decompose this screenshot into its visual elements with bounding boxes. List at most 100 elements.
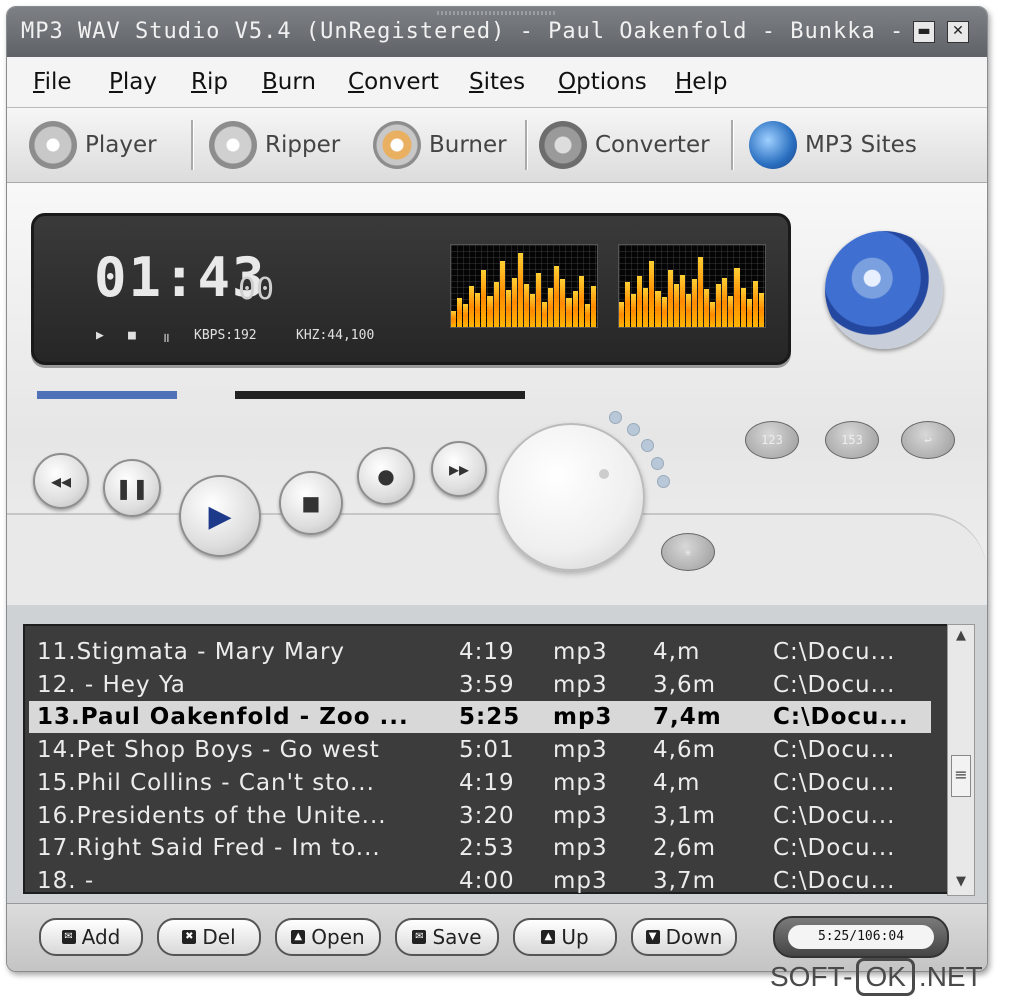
drag-grip[interactable]	[437, 11, 557, 15]
watermark-box: OK	[856, 958, 915, 996]
repeat-button[interactable]: 153	[825, 421, 879, 459]
spectrum-bar	[698, 257, 704, 327]
spectrum-bar	[469, 286, 475, 327]
track-name: 14.Pet Shop Boys - Go west	[37, 737, 380, 764]
play-button[interactable]: ▶	[179, 475, 261, 557]
playlist-row[interactable]: 12. - Hey Ya 3:59 mp3 3,6m C:\Docu...	[29, 669, 931, 701]
delete-button[interactable]: ✖ Del	[157, 918, 261, 956]
volume-knob[interactable]	[497, 423, 645, 571]
spectrum-left	[450, 244, 598, 328]
rewind-button[interactable]: ◂◂	[33, 453, 89, 509]
burner-tab-label: Burner	[429, 132, 507, 158]
playlist[interactable]: 11.Stigmata - Mary Mary 4:19 mp3 4,m C:\Docu…	[23, 624, 949, 894]
watermark: SOFT- OK .NET	[770, 958, 983, 996]
track-size: 4,m	[653, 769, 701, 796]
track-path: C:\Docu...	[773, 737, 896, 764]
seek-thumb[interactable]	[177, 391, 235, 399]
spectrum-bar	[505, 290, 511, 327]
seek-bar[interactable]	[37, 391, 525, 399]
scroll-thumb[interactable]: ≡	[951, 755, 971, 797]
spectrum-bar	[685, 294, 691, 327]
playlist-row[interactable]: 18. - 4:00 mp3 3,7m C:\Docu...	[29, 865, 931, 897]
cd-eject-icon[interactable]	[825, 231, 943, 349]
volume-level-dot	[609, 411, 622, 424]
menu-options-mnemonic: O	[558, 69, 577, 95]
track-format: mp3	[553, 704, 613, 731]
burner-tab[interactable]: Burner	[373, 116, 507, 174]
spectrum-bar	[704, 289, 710, 327]
menu-file[interactable]: File	[33, 69, 72, 95]
converter-tab[interactable]: Converter	[539, 116, 710, 174]
delete-button-label: Del	[202, 925, 236, 949]
track-name: 16.Presidents of the Unite...	[37, 802, 387, 829]
track-format: mp3	[553, 867, 608, 894]
save-button-label: Save	[432, 925, 482, 949]
spectrum-bar	[511, 277, 517, 327]
spectrum-right-bars	[619, 245, 765, 327]
return-button[interactable]: ↩	[901, 421, 955, 459]
track-path: C:\Docu...	[773, 867, 896, 894]
move-up-button[interactable]: ▲ Up	[513, 918, 617, 956]
menu-options[interactable]: Options	[558, 69, 647, 95]
playlist-row-selected[interactable]: 13.Paul Oakenfold - Zoo ... 5:25 mp3 7,4m C:…	[29, 701, 931, 734]
spectrum-bar	[679, 274, 685, 327]
spectrum-bar	[661, 297, 667, 327]
menu-rip[interactable]: Rip	[191, 69, 228, 95]
menu-play[interactable]: Play	[109, 69, 157, 95]
close-button[interactable]: ✕	[947, 21, 969, 43]
save-button[interactable]: ✉ Save	[395, 918, 499, 956]
track-path: C:\Docu...	[773, 802, 896, 829]
player-tab[interactable]: Player	[29, 116, 157, 174]
stop-button[interactable]: ■	[279, 471, 343, 535]
spectrum-bar	[578, 276, 584, 327]
spectrum-bar	[722, 277, 728, 327]
spectrum-bar	[487, 295, 493, 327]
spectrum-bar	[667, 269, 673, 327]
effects-button[interactable]: ✳	[661, 533, 715, 571]
ripper-tab[interactable]: Ripper	[209, 116, 340, 174]
track-duration: 4:19	[459, 639, 515, 665]
converter-arrows-icon	[539, 121, 587, 169]
spectrum-bar	[649, 261, 655, 327]
up-arrow-icon: ▲	[541, 930, 556, 944]
total-time-counter: 5:25/106:04	[773, 916, 949, 958]
minimize-button[interactable]: ▬	[913, 21, 935, 43]
menu-help[interactable]: Help	[675, 69, 727, 95]
menu-burn[interactable]: Burn	[262, 69, 316, 95]
track-duration: 2:53	[459, 835, 515, 862]
record-button[interactable]: ●	[357, 447, 415, 505]
spectrum-bar	[451, 310, 457, 327]
mp3-sites-tab[interactable]: MP3 Sites	[749, 116, 917, 174]
spectrum-bar	[572, 290, 578, 327]
track-format: mp3	[553, 639, 608, 665]
playlist-row[interactable]: 16.Presidents of the Unite... 3:20 mp3 3,1m…	[29, 800, 931, 832]
title-bar[interactable]: MP3 WAV Studio V5.4 (UnRegistered) - Pau…	[7, 7, 987, 57]
track-duration: 4:00	[459, 867, 515, 894]
scroll-down-icon[interactable]: ▼	[948, 871, 974, 893]
watermark-left: SOFT-	[770, 961, 853, 992]
spectrum-bar	[584, 304, 590, 327]
spectrum-bar	[560, 279, 566, 327]
menu-sites[interactable]: Sites	[469, 69, 525, 95]
open-button[interactable]: ▲ Open	[275, 918, 381, 956]
lcd-stop-indicator: ■	[128, 328, 136, 343]
playlist-scrollbar[interactable]: ▲ ≡ ▼	[947, 624, 975, 896]
fast-forward-button[interactable]: ▸▸	[431, 441, 487, 497]
move-down-button[interactable]: ▼ Down	[631, 918, 737, 956]
open-icon: ▲	[291, 930, 306, 944]
toolbar-separator	[731, 120, 734, 170]
menu-convert[interactable]: Convert	[348, 69, 439, 95]
scroll-up-icon[interactable]: ▲	[948, 625, 974, 647]
add-button[interactable]: ✉ Add	[39, 918, 143, 956]
volume-level-dot	[657, 475, 670, 488]
menu-options-label: ptions	[576, 69, 647, 95]
pause-button[interactable]: ❚❚	[103, 459, 161, 517]
playlist-row[interactable]: 15.Phil Collins - Can't sto... 4:19 mp3 4,m…	[29, 767, 931, 799]
playlist-row[interactable]: 11.Stigmata - Mary Mary 4:19 mp3 4,m C:\Docu…	[29, 636, 931, 668]
track-number-button[interactable]: 123	[745, 421, 799, 459]
playlist-row[interactable]: 17.Right Said Fred - Im to... 2:53 mp3 2,6m…	[29, 832, 931, 864]
menu-sites-mnemonic: S	[469, 69, 484, 95]
ripper-disc-hand-icon	[209, 121, 257, 169]
track-path: C:\Docu...	[773, 769, 896, 796]
playlist-row[interactable]: 14.Pet Shop Boys - Go west 5:01 mp3 4,6m C:\…	[29, 734, 931, 766]
